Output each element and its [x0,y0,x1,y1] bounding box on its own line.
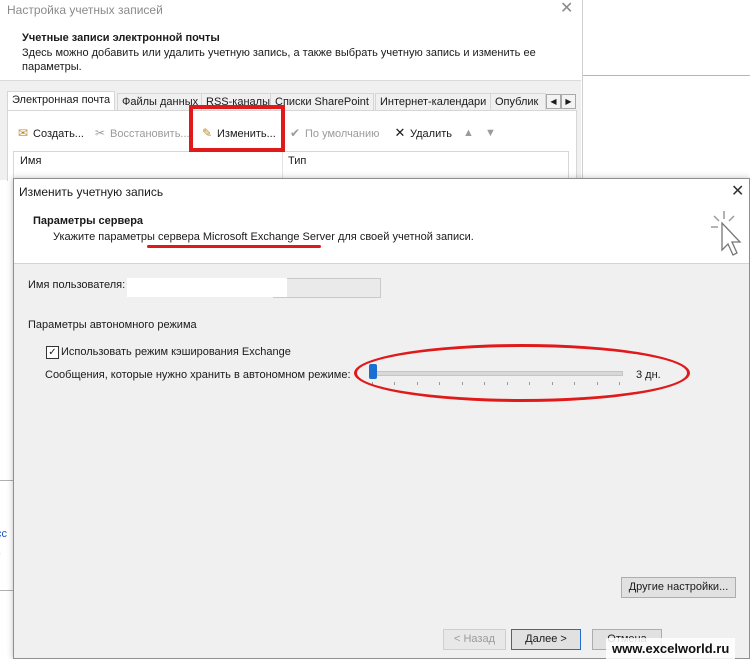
offline-mail-slider-label: Сообщения, которые нужно хранить в автон… [45,369,351,381]
set-default-button[interactable]: ✔ По умолчанию [288,125,379,141]
tab-published-calendars[interactable]: Опублик [490,93,546,111]
tab-scroll-left-icon[interactable]: ◀ [546,94,561,109]
more-settings-button[interactable]: Другие настройки... [621,577,736,598]
background-text-fragment: cc [0,528,7,540]
column-header-type[interactable]: Тип [288,155,306,167]
username-field[interactable] [273,278,381,298]
server-settings-heading: Параметры сервера [33,215,144,227]
email-accounts-description: Здесь можно добавить или удалить учетную… [22,47,536,73]
offline-settings-label: Параметры автономного режима [28,319,197,331]
move-down-icon[interactable]: ▼ [485,125,496,141]
highlight-ellipse [354,344,690,402]
next-button[interactable]: Далее > [511,629,581,650]
checkmark-circle-icon: ✔ [289,126,301,140]
wrench-icon: ✂ [94,126,106,140]
email-accounts-heading: Учетные записи электронной почты [22,32,220,44]
highlight-rectangle [189,105,285,152]
cached-mode-checkbox[interactable]: ✓ [46,346,59,359]
new-account-icon: ✉ [17,126,29,140]
tab-scroll-right-icon[interactable]: ▶ [561,94,576,109]
delete-button[interactable]: ✕ Удалить [393,125,452,141]
account-settings-title: Настройка учетных записей [7,3,163,17]
move-up-icon[interactable]: ▲ [463,125,474,141]
background-divider [583,75,750,76]
tab-sharepoint-lists[interactable]: Списки SharePoint [270,93,374,111]
highlight-underline [147,245,321,248]
column-header-name[interactable]: Имя [20,155,41,167]
cursor-sparkle-icon [711,211,742,256]
username-label: Имя пользователя: [28,279,126,291]
cached-mode-label[interactable]: Использовать режим кэширования Exchange [61,346,291,358]
create-button[interactable]: ✉ Создать... [16,125,84,141]
delete-x-icon: ✕ [394,125,406,140]
dialog-close-icon[interactable]: ✕ [731,181,744,201]
server-settings-subheading: Укажите параметры сервера Microsoft Exch… [53,231,474,243]
background-glyph: › [0,548,1,560]
tab-email[interactable]: Электронная почта [7,91,116,111]
tab-internet-calendars[interactable]: Интернет-календари [375,93,492,111]
back-button[interactable]: < Назад [443,629,506,650]
background-divider [0,590,13,591]
column-divider [282,152,283,180]
username-redaction [127,278,287,297]
background-divider [0,480,13,481]
close-icon[interactable]: ✕ [560,0,573,18]
dialog-title: Изменить учетную запись [19,185,164,199]
site-watermark: www.excelworld.ru [606,638,736,659]
restore-button[interactable]: ✂ Восстановить... [93,125,190,141]
